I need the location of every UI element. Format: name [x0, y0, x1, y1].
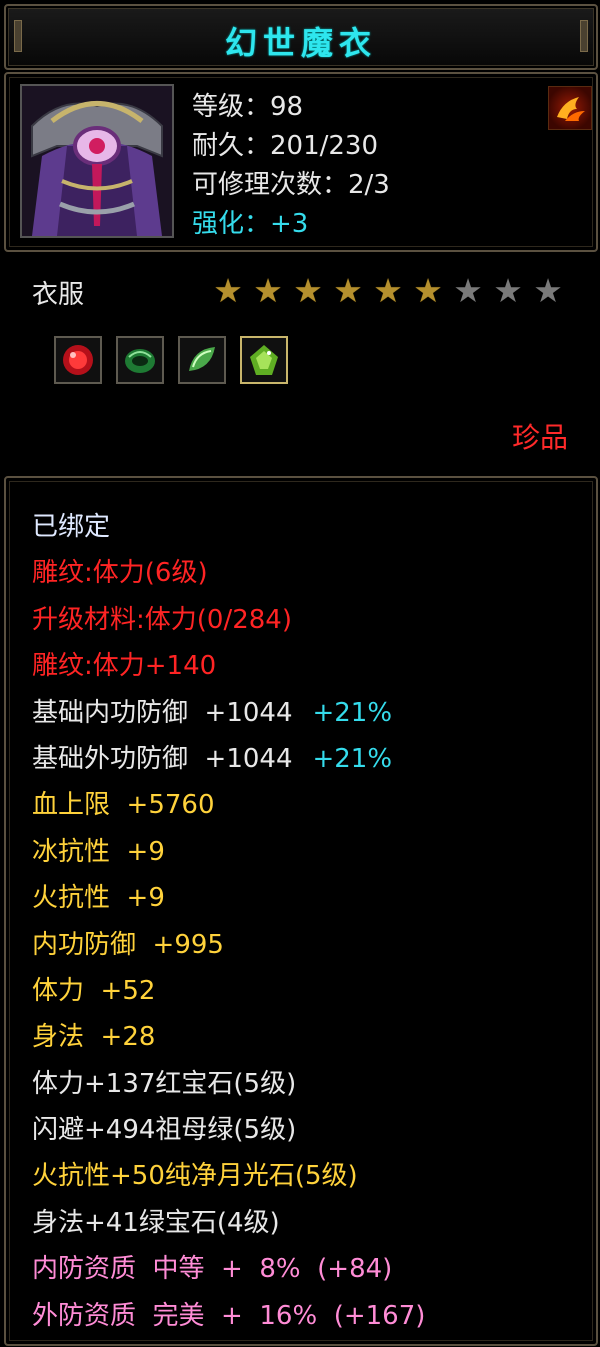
- star-filled-icon: ★: [293, 271, 323, 310]
- level-text: 等级：98: [192, 92, 304, 122]
- enhance-text: 强化：+3: [192, 209, 309, 239]
- star-empty-icon: ★: [493, 271, 523, 310]
- item-portrait-icon: [20, 84, 174, 238]
- star-empty-icon: ★: [453, 271, 483, 310]
- attribute-line: 身法+41绿宝石(4级): [32, 1200, 425, 1246]
- attribute-line: 外防资质 完美 + 16% (+167): [32, 1293, 425, 1339]
- attribute-text: 基础内功防御 +1044: [32, 697, 293, 728]
- attribute-line: 体力+137红宝石(5级): [32, 1061, 425, 1107]
- attribute-line: 身法 +28: [32, 1014, 425, 1060]
- ruby-gem-icon: [63, 345, 93, 375]
- repair-count-text: 可修理次数：2/3: [192, 170, 390, 200]
- green-gem-icon: [250, 345, 278, 375]
- attribute-line: 内防资质 中等 + 8% (+84): [32, 1246, 425, 1292]
- moonstone-gem-icon: [189, 347, 215, 371]
- item-stats: 等级：98 耐久：201/230 可修理次数：2/3 强化：+3: [192, 88, 390, 244]
- attribute-text: 火抗性+50纯净月光石(5级): [32, 1161, 358, 1192]
- emerald-ring-icon: [125, 349, 155, 373]
- attribute-text: 身法+41绿宝石(4级): [32, 1207, 280, 1238]
- attribute-line: 冰抗性 +9: [32, 829, 425, 875]
- attribute-line: 火抗性 +9: [32, 875, 425, 921]
- durability-text: 耐久：201/230: [192, 131, 379, 161]
- attribute-text: 冰抗性 +9: [32, 836, 165, 867]
- attribute-text: 外防资质 完美 + 16% (+167): [32, 1300, 426, 1331]
- attribute-text: 雕纹:体力+140: [32, 651, 217, 682]
- attribute-line: 火抗性+50纯净月光石(5级): [32, 1153, 425, 1199]
- attribute-text: 体力+137红宝石(5级): [32, 1068, 297, 1099]
- attribute-text: 雕纹:体力(6级): [32, 558, 208, 589]
- attribute-line: 闪避+494祖母绿(5级): [32, 1107, 425, 1153]
- attribute-text: 基础外功防御 +1044: [32, 743, 293, 774]
- star-filled-icon: ★: [373, 271, 403, 310]
- fire-bird-icon: [548, 86, 592, 130]
- attribute-bonus-percent: +21%: [312, 697, 393, 728]
- attribute-text: 内功防御 +995: [32, 929, 224, 960]
- item-name: 幻世魔衣: [224, 24, 377, 62]
- gem-slot-3[interactable]: [178, 336, 226, 384]
- star-filled-icon: ★: [413, 271, 443, 310]
- attribute-line: 基础外功防御 +1044 +21%: [32, 736, 425, 782]
- attribute-text: 血上限 +5760: [32, 790, 215, 821]
- attribute-text: 闪避+494祖母绿(5级): [32, 1115, 297, 1146]
- attribute-text: 升级材料:体力(0/284): [32, 604, 292, 635]
- bound-status: 已绑定: [32, 512, 111, 542]
- attribute-bonus-percent: +21%: [312, 743, 393, 774]
- gem-slot-2[interactable]: [116, 336, 164, 384]
- item-title-bar: 幻世魔衣: [4, 4, 598, 70]
- star-empty-icon: ★: [533, 271, 563, 310]
- attribute-line: 基础内功防御 +1044 +21%: [32, 690, 425, 736]
- attribute-line: 血上限 +5760: [32, 782, 425, 828]
- item-type-label: 衣服: [32, 280, 85, 310]
- gem-sockets: [54, 336, 288, 384]
- attribute-list: 已绑定 雕纹:体力(6级) 升级材料:体力(0/284) 雕纹:体力+140 基础内功…: [32, 504, 425, 1339]
- attribute-text: 身法 +28: [32, 1022, 156, 1053]
- attribute-text: 内防资质 中等 + 8% (+84): [32, 1254, 393, 1285]
- star-filled-icon: ★: [213, 271, 243, 310]
- star-rating: ★ ★ ★ ★ ★ ★ ★ ★ ★: [210, 273, 566, 309]
- star-filled-icon: ★: [333, 271, 363, 310]
- attribute-line: 体力 +52: [32, 968, 425, 1014]
- attribute-line: 内功防御 +995: [32, 922, 425, 968]
- star-filled-icon: ★: [253, 271, 283, 310]
- attribute-line: 雕纹:体力(6级): [32, 550, 425, 596]
- gem-slot-4[interactable]: [240, 336, 288, 384]
- attribute-line: 雕纹:体力+140: [32, 643, 425, 689]
- attribute-line: 升级材料:体力(0/284): [32, 597, 425, 643]
- attribute-panel: 已绑定 雕纹:体力(6级) 升级材料:体力(0/284) 雕纹:体力+140 基础内功…: [4, 476, 598, 1346]
- gem-slot-1[interactable]: [54, 336, 102, 384]
- item-header-panel: 等级：98 耐久：201/230 可修理次数：2/3 强化：+3: [4, 72, 598, 252]
- attribute-text: 火抗性 +9: [32, 883, 165, 914]
- attribute-text: 体力 +52: [32, 975, 156, 1006]
- rarity-label: 珍品: [511, 421, 568, 454]
